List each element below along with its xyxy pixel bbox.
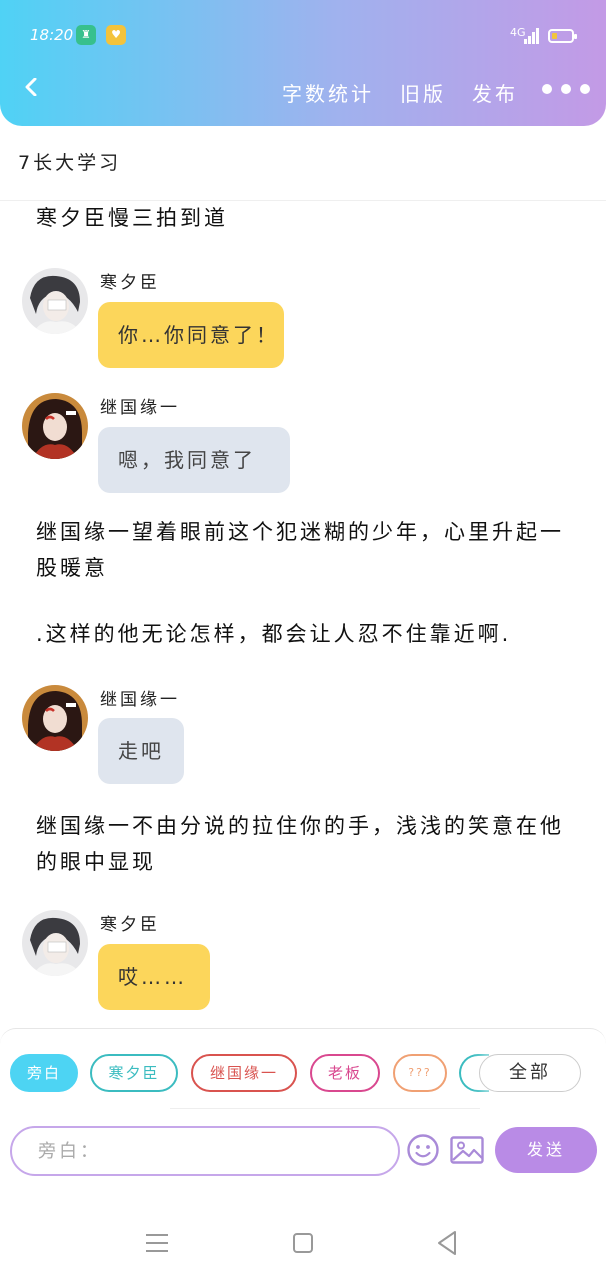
all-roles-button[interactable]: 全部 [479,1054,581,1092]
divider [170,1108,480,1109]
word-count-button[interactable]: 字数统计 [282,78,374,107]
speaker-name: 寒夕臣 [100,273,160,293]
chat-bubble[interactable]: 哎…… [98,944,210,1010]
chevron-left-icon[interactable] [22,78,40,96]
role-chip-boss[interactable]: 老板 [310,1054,380,1092]
heart-icon: ♥ [106,25,126,45]
status-time: 18:20 [30,26,74,44]
avatar-hanxichen[interactable] [22,268,88,334]
back-triangle-icon[interactable] [436,1230,458,1256]
role-chip-hanxichen[interactable]: 寒夕臣 [90,1054,178,1092]
role-chip-narrator[interactable]: 旁白 [10,1054,78,1092]
battery-icon [548,29,577,43]
avatar-hanxichen[interactable] [22,910,88,976]
story-title: 7长大学习 [18,152,122,174]
chat-bubble[interactable]: 走吧 [98,718,184,784]
narration-text: 继国缘一望着眼前这个犯迷糊的少年，心里升起一股暖意 [36,520,564,580]
home-icon[interactable] [293,1233,313,1253]
speaker-name: 寒夕臣 [100,915,160,935]
narration-text: .这样的他无论怎样，都会让人忍不住靠近啊. [36,622,512,646]
publish-button[interactable]: 发布 [472,78,518,107]
image-icon[interactable] [450,1136,484,1164]
speaker-name: 继国缘一 [100,690,180,710]
role-chip-unknown[interactable]: ??? [393,1054,447,1092]
avatar-jiguoyuanyi[interactable] [22,685,88,751]
avatar-jiguoyuanyi[interactable] [22,393,88,459]
smiley-icon[interactable] [406,1133,440,1167]
chat-bubble[interactable]: 你…你同意了！ [98,302,284,368]
menu-icon[interactable] [146,1234,170,1252]
system-nav-bar [0,1178,606,1280]
top-header: 18:20 ♜ ♥ 4G 字数统计 旧版 发布 [0,0,606,126]
send-button[interactable]: 发送 [495,1127,597,1173]
message-input[interactable] [10,1126,400,1176]
narration-text: 继国缘一不由分说的拉住你的手，浅浅的笑意在他的眼中显现 [36,814,564,874]
narration-text: 寒夕臣慢三拍到道 [36,206,228,230]
signal-icon [524,28,540,44]
app-icon: ♜ [76,25,96,45]
old-version-button[interactable]: 旧版 [400,78,446,107]
more-dots-icon[interactable] [542,82,590,96]
speaker-name: 继国缘一 [100,398,180,418]
role-chip-jiguoyuanyi[interactable]: 继国缘一 [191,1054,297,1092]
chat-bubble[interactable]: 嗯，我同意了 [98,427,290,493]
